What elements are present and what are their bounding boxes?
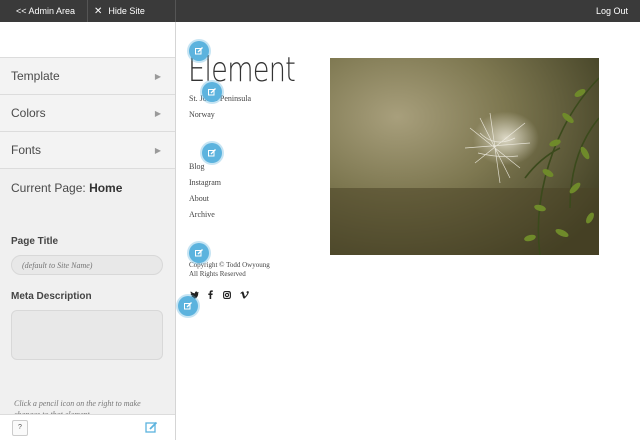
site-builder-sidebar: Template ▶ Colors ▶ Fonts ▶ Current Page… bbox=[0, 22, 176, 440]
edit-social-pencil[interactable] bbox=[178, 296, 198, 316]
logout-link[interactable]: Log Out bbox=[588, 0, 636, 22]
chevron-right-icon: ▶ bbox=[154, 109, 161, 118]
sidebar-item-fonts[interactable]: Fonts ▶ bbox=[0, 132, 175, 169]
sidebar-item-label: Fonts bbox=[11, 143, 42, 157]
help-button[interactable]: ? bbox=[12, 420, 28, 436]
copyright: Copyright © Todd Owyoung All Rights Rese… bbox=[189, 261, 270, 279]
nav-link-about[interactable]: About bbox=[189, 194, 209, 203]
sidebar-header bbox=[0, 22, 175, 58]
current-page-prefix: Current Page: bbox=[11, 181, 86, 195]
instagram-icon[interactable] bbox=[222, 286, 231, 304]
page-title-input[interactable] bbox=[11, 255, 163, 275]
location-line-2: Norway bbox=[189, 110, 215, 119]
vimeo-icon[interactable] bbox=[240, 286, 250, 304]
edit-icon[interactable] bbox=[145, 421, 158, 439]
copyright-line-2: All Rights Reserved bbox=[189, 270, 246, 278]
chevron-right-icon: ▶ bbox=[154, 72, 161, 81]
chevron-right-icon: ▶ bbox=[154, 146, 161, 155]
sidebar-item-label: Colors bbox=[11, 106, 46, 120]
edit-nav-pencil[interactable] bbox=[202, 143, 222, 163]
current-page: Current Page: Home bbox=[0, 169, 175, 197]
edit-copyright-pencil[interactable] bbox=[189, 243, 209, 263]
admin-area-link[interactable]: << Admin Area bbox=[8, 0, 88, 22]
sidebar-footer: ? bbox=[0, 414, 175, 440]
nav-link-instagram[interactable]: Instagram bbox=[189, 178, 221, 187]
sidebar-item-template[interactable]: Template ▶ bbox=[0, 58, 175, 95]
sidebar-item-colors[interactable]: Colors ▶ bbox=[0, 95, 175, 132]
nav-link-blog[interactable]: Blog bbox=[189, 162, 205, 171]
edit-brand-pencil[interactable] bbox=[189, 41, 209, 61]
edit-location-pencil[interactable] bbox=[202, 82, 222, 102]
facebook-icon[interactable] bbox=[208, 286, 214, 304]
close-icon: ✕ bbox=[94, 6, 103, 17]
current-page-name: Home bbox=[89, 181, 123, 195]
meta-description-input[interactable] bbox=[11, 310, 163, 360]
hero-photo bbox=[330, 58, 599, 255]
sidebar-item-label: Template bbox=[11, 69, 60, 83]
nav-link-archive[interactable]: Archive bbox=[189, 210, 215, 219]
admin-topbar: << Admin Area ✕Hide Site Builder Log Out bbox=[0, 0, 640, 39]
hide-site-builder-button[interactable]: ✕Hide Site Builder bbox=[86, 0, 176, 39]
meta-description-label: Meta Description bbox=[11, 291, 92, 302]
page-title-label: Page Title bbox=[11, 236, 59, 247]
social-links bbox=[190, 286, 254, 300]
